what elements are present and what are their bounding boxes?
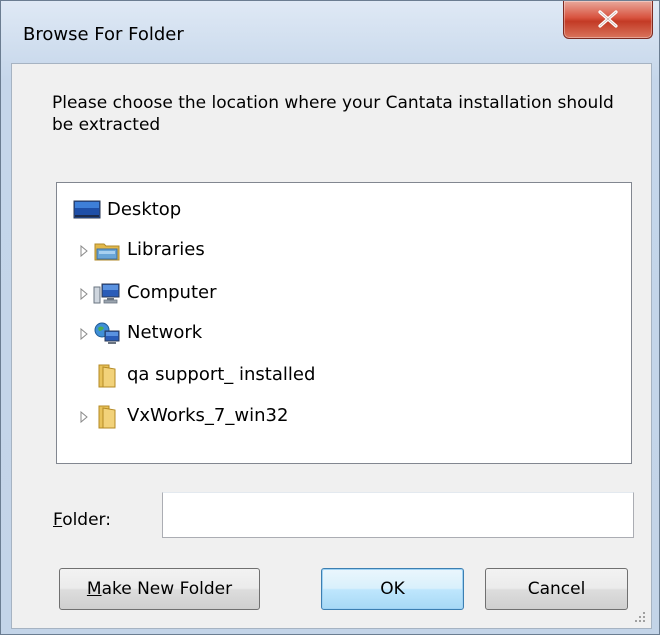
cancel-button[interactable]: Cancel: [485, 568, 628, 610]
close-button[interactable]: [563, 1, 653, 39]
tree-item-label: Desktop: [107, 199, 182, 220]
folder-input[interactable]: [162, 492, 634, 538]
button-label: ake New Folder: [101, 579, 233, 599]
expand-arrow-icon[interactable]: [78, 327, 90, 341]
instruction-text: Please choose the location where your Ca…: [52, 93, 614, 135]
tree-item-computer[interactable]: Computer: [57, 278, 617, 310]
tree-item-label: Network: [127, 322, 203, 343]
tree-item-label: qa support_ installed: [127, 364, 316, 385]
folder-tree[interactable]: Desktop Libraries Computer Network qa su…: [56, 182, 632, 464]
accelerator-key: M: [86, 579, 102, 599]
button-label: Cancel: [527, 579, 586, 599]
folder-icon: [98, 405, 116, 429]
expand-arrow-icon[interactable]: [78, 410, 90, 424]
ok-button[interactable]: OK: [321, 568, 464, 610]
folder-label-text: older:: [62, 510, 111, 530]
expand-arrow-icon[interactable]: [78, 287, 90, 301]
tree-item-libraries[interactable]: Libraries: [57, 235, 617, 267]
make-new-folder-button[interactable]: Make New Folder: [59, 568, 260, 610]
title-bar[interactable]: Browse For Folder: [1, 1, 659, 65]
accelerator-key: F: [53, 510, 63, 530]
expand-arrow-icon[interactable]: [78, 244, 90, 258]
tree-item-vxworks-7-win32[interactable]: VxWorks_7_win32: [57, 401, 617, 433]
libraries-icon: [94, 243, 120, 261]
desktop-icon: [73, 200, 101, 219]
browse-for-folder-dialog: Browse For Folder Please choose the loca…: [0, 0, 660, 635]
button-label: OK: [380, 579, 405, 599]
tree-item-network[interactable]: Network: [57, 318, 617, 350]
dialog-title: Browse For Folder: [23, 24, 184, 45]
computer-icon: [93, 283, 120, 304]
tree-item-label: Computer: [127, 282, 217, 303]
dialog-body: Please choose the location where your Ca…: [11, 63, 652, 629]
folder-field-label: Folder:: [53, 510, 111, 530]
resize-grip-icon[interactable]: [633, 610, 647, 624]
tree-item-label: Libraries: [127, 239, 205, 260]
tree-item-label: VxWorks_7_win32: [127, 405, 289, 426]
tree-item-desktop[interactable]: Desktop: [57, 195, 617, 227]
tree-item-qa-support-installed[interactable]: qa support_ installed: [57, 360, 617, 392]
folder-icon: [98, 364, 116, 388]
network-icon: [94, 322, 120, 344]
close-icon: [598, 10, 618, 28]
